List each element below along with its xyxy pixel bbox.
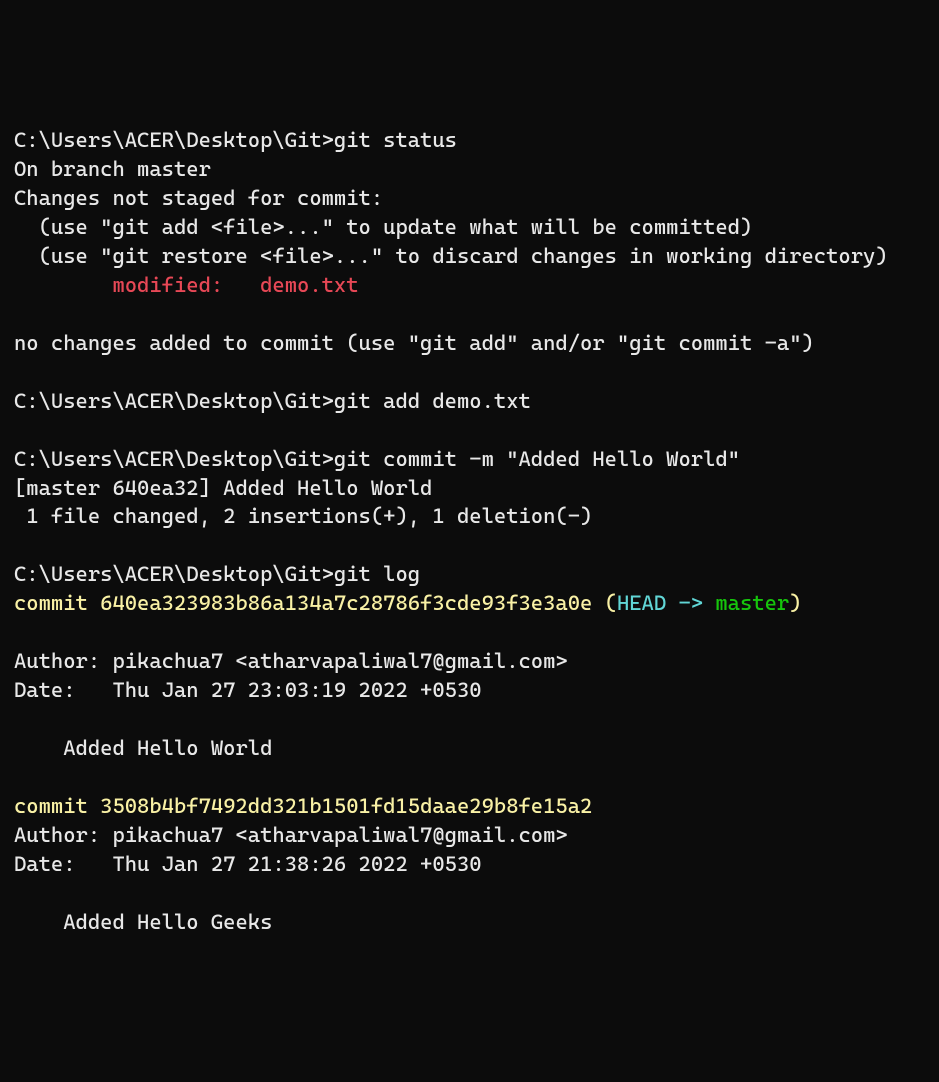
cmd-status: git status	[334, 128, 457, 152]
commit-word: commit	[14, 794, 100, 818]
paren-close: )	[789, 591, 801, 615]
commit-out-summary: [master 640ea32] Added Hello World	[14, 476, 432, 500]
commit-author-2: Author: pikachua7 <atharvapaliwal7@gmail…	[14, 823, 568, 847]
status-hint-restore: (use "git restore <file>..." to discard …	[14, 244, 888, 268]
prompt: C:\Users\ACER\Desktop\Git>	[14, 128, 334, 152]
commit-msg-1: Added Hello World	[14, 736, 272, 760]
commit-hash-1: 640ea323983b86a134a7c28786f3cde93f3e3a0e	[100, 591, 592, 615]
commit-msg-2: Added Hello Geeks	[14, 910, 272, 934]
cmd-commit: git commit -m "Added Hello World"	[334, 447, 740, 471]
commit-date-2: Date: Thu Jan 27 21:38:26 2022 +0530	[14, 852, 482, 876]
status-hint-add: (use "git add <file>..." to update what …	[14, 215, 752, 239]
prompt: C:\Users\ACER\Desktop\Git>	[14, 562, 334, 586]
status-branch: On branch master	[14, 157, 211, 181]
status-tail: no changes added to commit (use "git add…	[14, 331, 814, 355]
cmd-log: git log	[334, 562, 420, 586]
cmd-add: git add demo.txt	[334, 389, 531, 413]
head-ref: HEAD ->	[617, 591, 715, 615]
commit-date-1: Date: Thu Jan 27 23:03:19 2022 +0530	[14, 678, 482, 702]
status-header: Changes not staged for commit:	[14, 186, 383, 210]
commit-word: commit	[14, 591, 100, 615]
paren-open: (	[592, 591, 617, 615]
commit-out-stats: 1 file changed, 2 insertions(+), 1 delet…	[14, 504, 592, 528]
modified-file: demo.txt	[260, 273, 358, 297]
terminal-output[interactable]: C:\Users\ACER\Desktop\Git>git status On …	[14, 126, 925, 937]
prompt: C:\Users\ACER\Desktop\Git>	[14, 447, 334, 471]
commit-author-1: Author: pikachua7 <atharvapaliwal7@gmail…	[14, 649, 568, 673]
modified-label: modified:	[14, 273, 260, 297]
branch-ref: master	[715, 591, 789, 615]
prompt: C:\Users\ACER\Desktop\Git>	[14, 389, 334, 413]
commit-hash-2: 3508b4bf7492dd321b1501fd15daae29b8fe15a2	[100, 794, 592, 818]
